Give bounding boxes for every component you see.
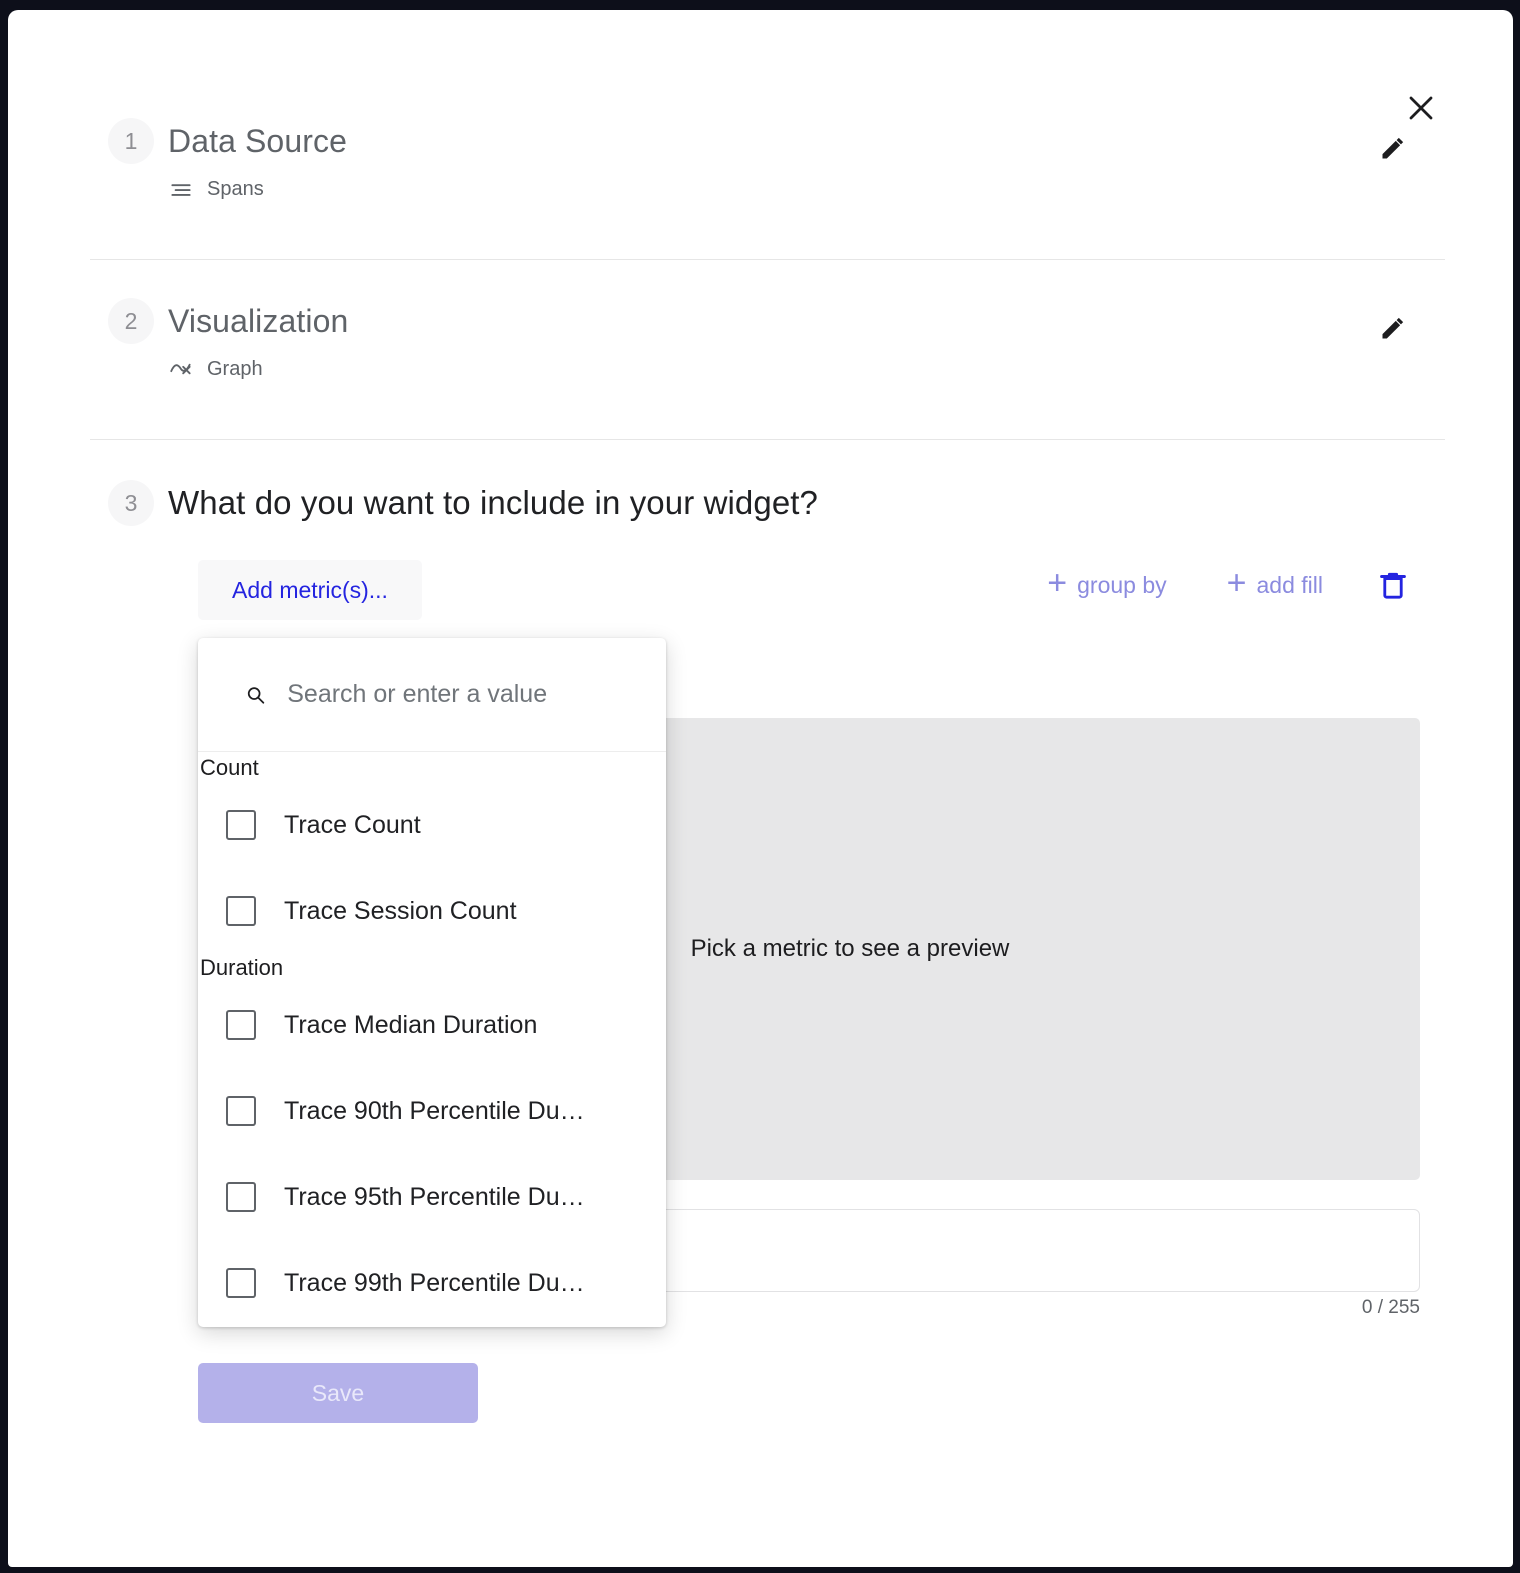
step-2-header: 2 Visualization [108,298,348,344]
close-icon [1409,96,1433,120]
search-icon [247,686,265,704]
metric-option-label: Trace Session Count [284,896,517,925]
group-by-button[interactable]: + group by [1035,562,1178,608]
close-button[interactable] [1401,88,1441,128]
data-source-value: Spans [207,177,264,200]
metric-toolbar: + group by + add fill [1035,562,1415,608]
metric-option-trace-median-duration[interactable]: Trace Median Duration [198,982,666,1068]
pencil-icon [1382,317,1404,339]
metric-option-trace-count[interactable]: Trace Count [198,782,666,868]
step-1-header: 1 Data Source [108,118,347,164]
checkbox-icon[interactable] [226,1268,256,1299]
step-data-source: 1 Data Source Spans [108,118,347,202]
step-3-title: What do you want to include in your widg… [168,484,819,521]
widget-builder-modal: 1 Data Source Spans 2 Visualization Grap… [8,10,1513,1567]
plus-icon: + [1047,564,1068,602]
data-source-value-row[interactable]: Spans [168,176,347,202]
checkbox-icon[interactable] [226,1096,256,1127]
step-widget-content: 3 What do you want to include in your wi… [108,480,818,526]
step-3-header: 3 What do you want to include in your wi… [108,480,818,526]
save-button[interactable]: Save [198,1363,478,1423]
add-fill-button[interactable]: + add fill [1215,562,1335,608]
graph-icon [170,363,191,375]
preview-placeholder-text: Pick a metric to see a preview [690,935,1010,962]
group-header-duration: Duration [200,955,284,981]
metric-option-label: Trace 90th Percentile Du… [284,1096,585,1125]
metric-option-label: Trace 95th Percentile Du… [284,1182,585,1211]
add-metric-button[interactable]: Add metric(s)... [198,560,422,620]
checkbox-icon[interactable] [226,1010,256,1041]
visualization-value-row[interactable]: Graph [168,356,348,382]
add-fill-label: add fill [1256,571,1323,598]
metric-option-list: Count Trace Count Trace Session Count Du… [198,752,666,1326]
metric-option-label: Trace 99th Percentile Du… [284,1268,585,1297]
pencil-icon [1382,137,1404,159]
metric-option-trace-99th-percentile-duration[interactable]: Trace 99th Percentile Du… [198,1240,666,1326]
visualization-value: Graph [207,357,263,380]
metric-option-trace-90th-percentile-duration[interactable]: Trace 90th Percentile Du… [198,1068,666,1154]
step-2-title: Visualization [168,302,349,339]
step-2-number: 2 [108,298,154,344]
step-visualization: 2 Visualization Graph [108,298,348,382]
group-header-count: Count [200,755,259,780]
metric-option-label: Trace Count [284,810,421,839]
spans-icon [171,184,191,196]
app-window: 1 Data Source Spans 2 Visualization Grap… [0,0,1520,1573]
edit-visualization-button[interactable] [1373,308,1413,348]
step-3-number: 3 [108,480,154,526]
metric-dropdown: Count Trace Count Trace Session Count Du… [198,638,666,1327]
checkbox-icon[interactable] [226,810,256,841]
metric-option-trace-95th-percentile-duration[interactable]: Trace 95th Percentile Du… [198,1154,666,1240]
divider-2 [90,439,1445,440]
checkbox-icon[interactable] [226,896,256,927]
checkbox-icon[interactable] [226,1182,256,1213]
metric-option-label: Trace Median Duration [284,1010,538,1039]
plus-icon: + [1226,564,1247,602]
edit-data-source-button[interactable] [1373,128,1413,168]
delete-query-button[interactable] [1371,563,1415,607]
dropdown-search-row[interactable] [198,638,666,752]
trash-icon [1380,572,1406,599]
search-input[interactable] [285,679,636,710]
step-1-title: Data Source [168,122,347,159]
metric-option-trace-session-count[interactable]: Trace Session Count [198,868,666,954]
group-by-label: group by [1077,571,1167,598]
divider-1 [90,259,1445,260]
step-1-number: 1 [108,118,154,164]
